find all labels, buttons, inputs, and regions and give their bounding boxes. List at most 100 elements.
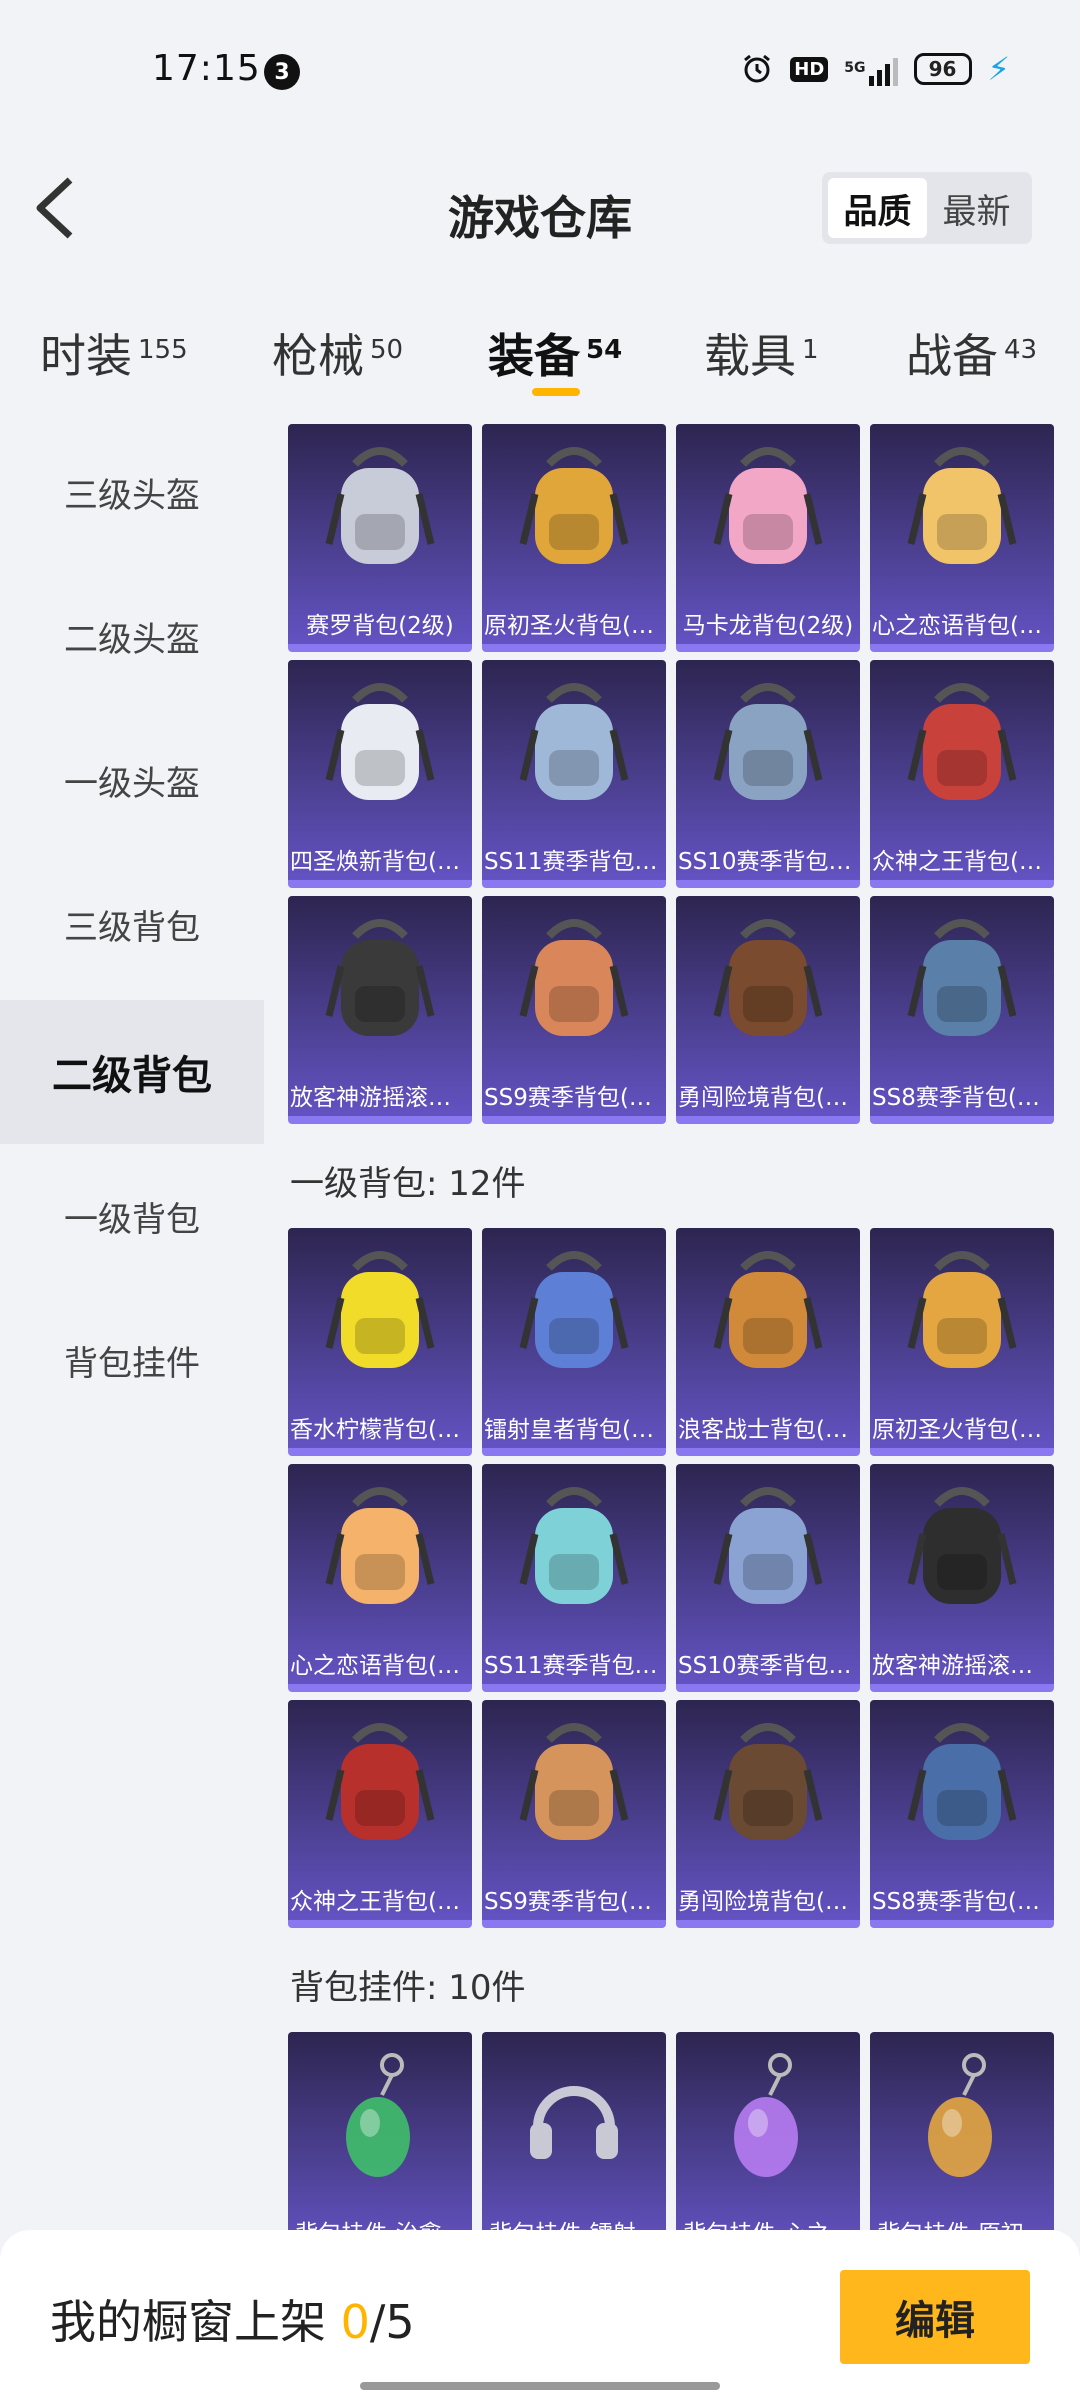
sort-newest[interactable]: 最新: [927, 178, 1026, 238]
item-card[interactable]: 勇闯险境背包(1级): [676, 1700, 860, 1928]
tab-equipment[interactable]: 装备 54: [488, 320, 622, 386]
tab-count: 54: [586, 335, 623, 365]
item-name: SS11赛季背包(1级): [484, 1653, 666, 1679]
item-card[interactable]: SS11赛季背包(1级): [482, 1464, 666, 1692]
tab-guns[interactable]: 枪械 50: [272, 320, 403, 386]
active-tab-indicator: [532, 388, 580, 396]
item-card[interactable]: 心之恋语背包(1级): [288, 1464, 472, 1692]
charm-icon: [288, 2032, 472, 2202]
backpack-icon: [288, 1228, 472, 1398]
backpack-icon: [288, 1700, 472, 1870]
tab-count: 43: [1004, 335, 1038, 365]
item-card[interactable]: 原初圣火背包(1级): [870, 1228, 1054, 1456]
item-card[interactable]: 马卡龙背包(2级): [676, 424, 860, 652]
tab-label: 战备: [906, 329, 998, 383]
section-title: 一级背包: 12件: [290, 1164, 526, 1204]
backpack-icon: [482, 424, 666, 594]
item-card[interactable]: 心之恋语背包(2级): [870, 424, 1054, 652]
battery-icon: 96: [913, 53, 972, 85]
item-card[interactable]: SS9赛季背包(1级): [482, 1700, 666, 1928]
item-card[interactable]: 放客神游摇滚背包(2级): [288, 896, 472, 1124]
item-card[interactable]: 背包挂件-原初…: [870, 2032, 1054, 2230]
tab-fashion[interactable]: 时装 155: [40, 320, 188, 386]
alarm-icon: [740, 52, 774, 86]
headphones-icon: [482, 2032, 666, 2202]
item-name: 香水柠檬背包(1级): [290, 1417, 472, 1443]
item-card[interactable]: 众神之王背包(1级): [288, 1700, 472, 1928]
item-name: SS8赛季背包(2级): [872, 1085, 1054, 1111]
showcase-count: 0: [340, 2295, 370, 2349]
bottom-bar: 我的橱窗上架 0/5 编辑: [0, 2230, 1080, 2400]
item-card[interactable]: SS10赛季背包(1级): [676, 1464, 860, 1692]
backpack-icon: [482, 660, 666, 830]
side-item-level2-helmet[interactable]: 二级头盔: [0, 564, 264, 708]
item-card[interactable]: 背包挂件-治愈…: [288, 2032, 472, 2230]
item-card[interactable]: SS9赛季背包(2级): [482, 896, 666, 1124]
sort-quality[interactable]: 品质: [828, 178, 927, 238]
item-card[interactable]: 镭射皇者背包(1级): [482, 1228, 666, 1456]
item-name: SS10赛季背包(2级): [678, 849, 860, 875]
sort-toggle: 品质 最新: [822, 172, 1032, 244]
item-card[interactable]: SS10赛季背包(2级): [676, 660, 860, 888]
backpack-icon: [482, 1228, 666, 1398]
backpack-icon: [870, 424, 1054, 594]
tab-count: 50: [370, 335, 404, 365]
item-name: 浪客战士背包(1级): [678, 1417, 860, 1443]
item-name: SS9赛季背包(2级): [484, 1085, 666, 1111]
tab-count: 155: [138, 335, 188, 365]
backpack-icon: [676, 1700, 860, 1870]
notification-count-badge: 3: [264, 54, 300, 90]
item-name: 勇闯险境背包(1级): [678, 1889, 860, 1915]
side-item-level3-helmet[interactable]: 三级头盔: [0, 420, 264, 564]
item-name: 赛罗背包(2级): [306, 613, 454, 639]
charging-icon: ⚡: [987, 50, 1010, 88]
item-card[interactable]: 赛罗背包(2级): [288, 424, 472, 652]
edit-button[interactable]: 编辑: [840, 2270, 1030, 2364]
item-card[interactable]: 放客神游摇滚背包(1级): [870, 1464, 1054, 1692]
item-card[interactable]: SS11赛季背包(2级): [482, 660, 666, 888]
backpack-icon: [288, 1464, 472, 1634]
backpack-icon: [482, 1464, 666, 1634]
item-name: 背包挂件-原初…: [870, 2214, 1054, 2230]
backpack-icon: [676, 896, 860, 1066]
item-card[interactable]: 香水柠檬背包(1级): [288, 1228, 472, 1456]
item-card[interactable]: 原初圣火背包(2级): [482, 424, 666, 652]
item-card[interactable]: 众神之王背包(2级): [870, 660, 1054, 888]
status-icons: HD 5G 96 ⚡: [740, 50, 1010, 88]
item-card[interactable]: 背包挂件-镭射…: [482, 2032, 666, 2230]
item-name: 众神之王背包(1级): [290, 1889, 472, 1915]
item-card[interactable]: 背包挂件-心之…: [676, 2032, 860, 2230]
side-item-level1-helmet[interactable]: 一级头盔: [0, 708, 264, 852]
item-card[interactable]: 勇闯险境背包(2级): [676, 896, 860, 1124]
backpack-icon: [482, 1700, 666, 1870]
showcase-label: 我的橱窗上架: [50, 2295, 326, 2349]
side-item-level3-backpack[interactable]: 三级背包: [0, 852, 264, 996]
status-time: 17:15: [152, 48, 261, 89]
side-item-backpack-charms[interactable]: 背包挂件: [0, 1288, 264, 1432]
backpack-icon: [870, 1700, 1054, 1870]
tab-label: 时装: [40, 329, 132, 383]
item-name: 马卡龙背包(2级): [682, 613, 854, 639]
side-item-level1-backpack[interactable]: 一级背包: [0, 1144, 264, 1288]
item-card[interactable]: SS8赛季背包(1级): [870, 1700, 1054, 1928]
backpack-icon: [288, 896, 472, 1066]
side-nav: 三级头盔 二级头盔 一级头盔 三级背包 二级背包 一级背包 背包挂件: [0, 420, 264, 2230]
tab-vehicles[interactable]: 载具 1: [704, 320, 819, 386]
item-name: 放客神游摇滚背包(2级): [290, 1085, 472, 1111]
item-name: 镭射皇者背包(1级): [484, 1417, 666, 1443]
item-card[interactable]: 浪客战士背包(1级): [676, 1228, 860, 1456]
side-item-level2-backpack[interactable]: 二级背包: [0, 1000, 264, 1144]
hd-icon: HD: [790, 56, 829, 82]
item-name: SS8赛季背包(1级): [872, 1889, 1054, 1915]
item-name: 放客神游摇滚背包(1级): [872, 1653, 1054, 1679]
tab-label: 装备: [488, 329, 580, 383]
item-card[interactable]: 四圣焕新背包(2级): [288, 660, 472, 888]
item-card[interactable]: SS8赛季背包(2级): [870, 896, 1054, 1124]
category-tabs: 时装 155 枪械 50 装备 54 载具 1 战备 43: [0, 300, 1080, 410]
backpack-icon: [676, 424, 860, 594]
home-indicator[interactable]: [360, 2382, 720, 2390]
item-name: SS10赛季背包(1级): [678, 1653, 860, 1679]
backpack-icon: [870, 1464, 1054, 1634]
tab-supplies[interactable]: 战备 43: [906, 320, 1037, 386]
item-name: 四圣焕新背包(2级): [290, 849, 472, 875]
